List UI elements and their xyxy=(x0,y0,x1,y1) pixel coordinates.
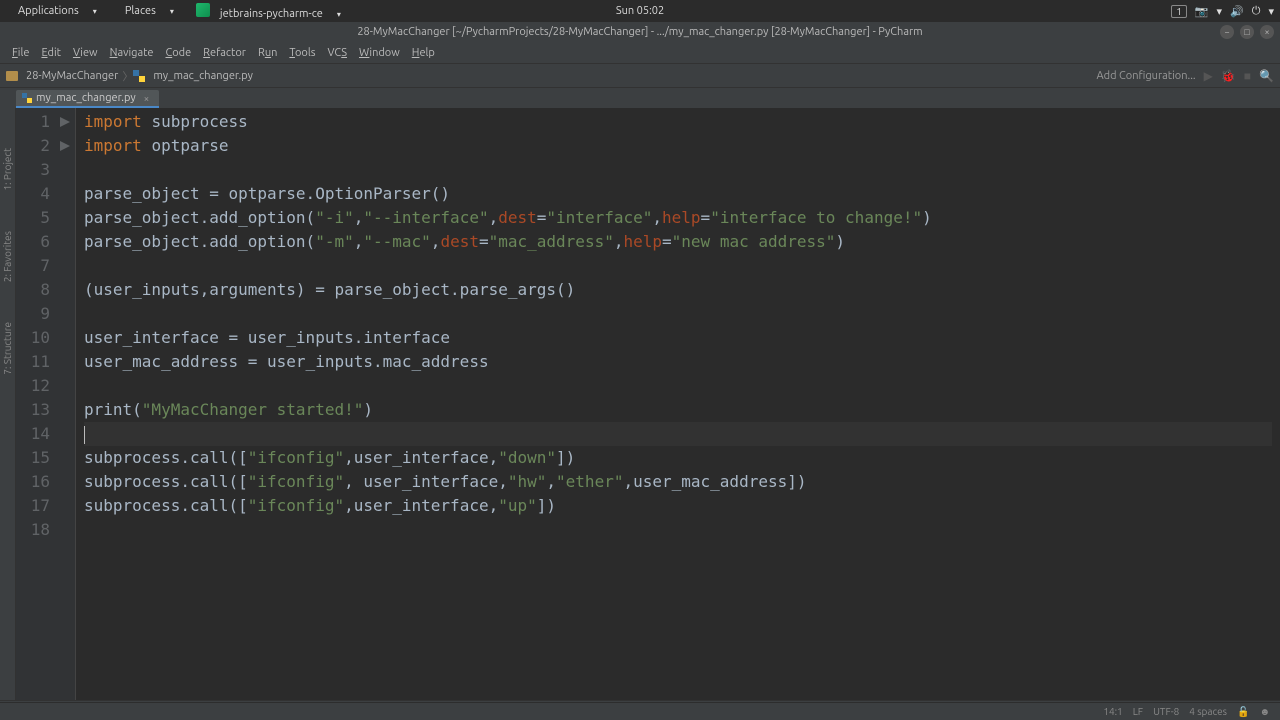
code-editor[interactable]: import subprocessimport optparse parse_ob… xyxy=(76,108,1280,700)
left-tool-stripe: 1: Project 2: Favorites 7: Structure xyxy=(0,108,16,700)
status-bar: 14:1 LF UTF-8 4 spaces 🔓 ☻ xyxy=(0,702,1280,720)
tool-favorites[interactable]: 2: Favorites xyxy=(2,231,13,282)
debug-button[interactable]: 🐞 xyxy=(1221,69,1236,83)
readonly-lock-icon[interactable]: 🔓 xyxy=(1237,706,1249,718)
menu-file[interactable]: File xyxy=(6,47,35,59)
folder-icon xyxy=(6,71,18,81)
applications-menu[interactable]: Applications▾ xyxy=(6,5,109,17)
search-everywhere-icon[interactable]: 🔍 xyxy=(1259,69,1274,83)
tool-project[interactable]: 1: Project xyxy=(2,148,13,191)
code-line[interactable]: import optparse xyxy=(84,134,1272,158)
editor-tab-label: my_mac_changer.py xyxy=(36,92,136,104)
code-line[interactable]: parse_object.add_option("-m","--mac",des… xyxy=(84,230,1272,254)
add-configuration-button[interactable]: Add Configuration... xyxy=(1097,70,1196,82)
caret-position[interactable]: 14:1 xyxy=(1103,706,1122,718)
menu-window[interactable]: Window xyxy=(353,47,406,59)
menu-refactor[interactable]: Refactor xyxy=(197,47,252,59)
menu-edit[interactable]: Edit xyxy=(35,47,67,59)
system-menu-arrow[interactable]: ▾ xyxy=(1268,5,1274,18)
code-line[interactable] xyxy=(84,302,1272,326)
breadcrumb-file[interactable]: my_mac_changer.py xyxy=(149,70,257,82)
active-app-indicator[interactable]: jetbrains-pycharm-ce▾ xyxy=(190,3,353,20)
code-line[interactable]: import subprocess xyxy=(84,110,1272,134)
editor-area: 1: Project 2: Favorites 7: Structure 123… xyxy=(0,108,1280,700)
indent-settings[interactable]: 4 spaces xyxy=(1189,706,1227,718)
code-line[interactable] xyxy=(84,518,1272,542)
navigation-bar: 28-MyMacChanger 〉 my_mac_changer.py Add … xyxy=(0,64,1280,88)
camera-icon[interactable]: 📷 xyxy=(1195,5,1209,18)
pycharm-icon xyxy=(196,3,210,17)
code-line[interactable]: print("MyMacChanger started!") xyxy=(84,398,1272,422)
minimize-button[interactable]: − xyxy=(1220,25,1234,39)
editor-tabs: my_mac_changer.py × xyxy=(0,88,1280,108)
places-menu[interactable]: Places▾ xyxy=(113,5,186,17)
code-line[interactable] xyxy=(84,374,1272,398)
menu-help[interactable]: Help xyxy=(406,47,441,59)
power-icon[interactable]: ⏻ xyxy=(1252,5,1261,18)
tool-structure[interactable]: 7: Structure xyxy=(2,322,13,375)
menu-code[interactable]: Code xyxy=(159,47,197,59)
code-line[interactable]: (user_inputs,arguments) = parse_object.p… xyxy=(84,278,1272,302)
network-icon[interactable]: ▾ xyxy=(1217,5,1223,18)
code-line[interactable]: parse_object.add_option("-i","--interfac… xyxy=(84,206,1272,230)
clock[interactable]: Sun 05:02 xyxy=(616,5,664,17)
code-line[interactable]: parse_object = optparse.OptionParser() xyxy=(84,182,1272,206)
code-line[interactable]: user_mac_address = user_inputs.mac_addre… xyxy=(84,350,1272,374)
menu-tools[interactable]: Tools xyxy=(283,47,321,59)
close-button[interactable]: × xyxy=(1260,25,1274,39)
line-separator[interactable]: LF xyxy=(1133,706,1143,718)
python-file-icon xyxy=(133,70,145,82)
code-line[interactable]: subprocess.call(["ifconfig", user_interf… xyxy=(84,470,1272,494)
breadcrumb-project[interactable]: 28-MyMacChanger xyxy=(22,70,122,82)
run-button[interactable]: ▶ xyxy=(1204,69,1213,83)
main-menu-bar: File Edit View Navigate Code Refactor Ru… xyxy=(0,42,1280,64)
menu-vcs[interactable]: VCS xyxy=(322,47,354,59)
fold-column[interactable] xyxy=(58,108,76,700)
keyboard-layout-indicator[interactable]: 1 xyxy=(1171,5,1187,18)
file-encoding[interactable]: UTF-8 xyxy=(1153,706,1179,718)
editor-tab-active[interactable]: my_mac_changer.py × xyxy=(16,90,159,108)
line-number-gutter[interactable]: 123456789101112131415161718 xyxy=(16,108,58,700)
menu-navigate[interactable]: Navigate xyxy=(104,47,160,59)
maximize-button[interactable]: □ xyxy=(1240,25,1254,39)
python-file-icon xyxy=(22,93,32,103)
code-line[interactable]: subprocess.call(["ifconfig",user_interfa… xyxy=(84,494,1272,518)
code-line[interactable] xyxy=(84,254,1272,278)
code-line[interactable] xyxy=(84,158,1272,182)
code-line[interactable] xyxy=(84,422,1272,446)
hector-icon[interactable]: ☻ xyxy=(1259,706,1270,718)
close-tab-icon[interactable]: × xyxy=(144,93,150,104)
sound-icon[interactable]: 🔊 xyxy=(1230,5,1244,18)
menu-view[interactable]: View xyxy=(67,47,104,59)
menu-run[interactable]: Run xyxy=(252,47,283,59)
code-line[interactable]: subprocess.call(["ifconfig",user_interfa… xyxy=(84,446,1272,470)
stop-button[interactable]: ■ xyxy=(1244,69,1251,83)
code-line[interactable]: user_interface = user_inputs.interface xyxy=(84,326,1272,350)
desktop-top-bar: Applications▾ Places▾ jetbrains-pycharm-… xyxy=(0,0,1280,22)
window-titlebar: 28-MyMacChanger [~/PycharmProjects/28-My… xyxy=(0,22,1280,42)
window-title-text: 28-MyMacChanger [~/PycharmProjects/28-My… xyxy=(357,26,922,38)
